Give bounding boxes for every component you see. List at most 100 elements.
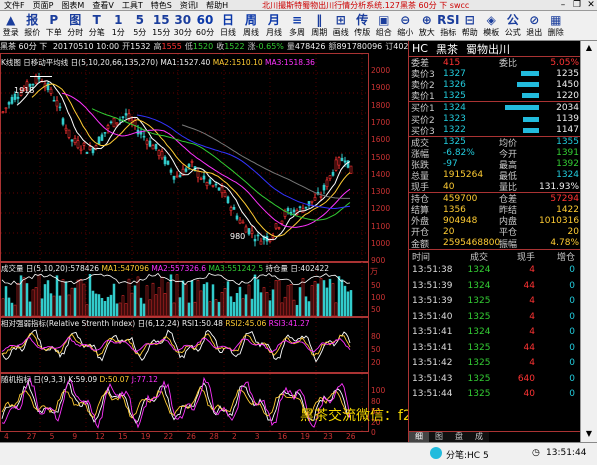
- tick-row[interactable]: 13:51:42 1325 4 0: [409, 356, 580, 372]
- toolbar-button-17[interactable]: ▣ 组合: [373, 11, 395, 41]
- minimize-icon[interactable]: –: [556, 0, 570, 11]
- toolbar-button-11[interactable]: 周周线: [240, 11, 263, 41]
- volume-bar: [190, 280, 194, 317]
- menu-file[interactable]: 文件F: [0, 0, 29, 11]
- restore-icon[interactable]: ❐: [570, 0, 584, 11]
- toolbar-button-24[interactable]: ⊘ 退出: [524, 11, 546, 41]
- toolbar-button-15[interactable]: ⊞ 画线: [330, 11, 352, 41]
- toolbar-label: 帮助: [461, 28, 478, 37]
- info-high: 1555: [161, 42, 182, 51]
- candle-body: [91, 147, 95, 154]
- toolbar-button-9[interactable]: 60 60分: [194, 11, 217, 41]
- toolbar-label: 30分: [173, 28, 192, 37]
- candle-body: [292, 209, 296, 213]
- menu-tools[interactable]: 工具T: [118, 0, 147, 11]
- kline-ma2: MA2:1510.10: [212, 58, 263, 67]
- toolbar-button-18[interactable]: ⊖ 缩小: [395, 11, 417, 41]
- toolbar-button-19[interactable]: ⊕ 放大: [416, 11, 438, 41]
- toolbar-button-8[interactable]: 30 30分: [172, 11, 194, 41]
- candle-body: [10, 96, 14, 104]
- tick-row[interactable]: 13:51:41 1324 4 0: [409, 325, 580, 341]
- toolbar-button-12[interactable]: 月月线: [263, 11, 286, 41]
- toolbar-icon: RSI: [437, 13, 460, 27]
- vol-title: 成交量 日(5,10,20): [1, 264, 68, 273]
- candle-body: [343, 160, 347, 163]
- kdj-j-line: [1, 376, 351, 429]
- toolbar-label: 模板: [483, 28, 500, 37]
- toolbar-label: 传版: [354, 28, 371, 37]
- volume-bar: [112, 283, 116, 317]
- toolbar-button-0[interactable]: ▲ 登录: [0, 11, 22, 41]
- tick-price: 1324: [467, 280, 491, 291]
- tick-row[interactable]: 13:51:44 1325 40 0: [409, 387, 580, 403]
- menu-view[interactable]: 查看V: [88, 0, 117, 11]
- toolbar-button-2[interactable]: P 下单: [43, 11, 65, 41]
- bid-value2: 1147: [556, 125, 579, 136]
- volume-bar: [211, 284, 215, 317]
- tick-row[interactable]: 13:51:40 1325 4 0: [409, 309, 580, 325]
- status-item[interactable]: 分笔:HC 5: [446, 448, 489, 461]
- volume-bar: [283, 296, 287, 317]
- ask-value: 1327: [443, 68, 466, 79]
- volume-bar: [142, 303, 146, 317]
- toolbar-button-3[interactable]: 图分时: [65, 11, 87, 41]
- toolbar-button-21[interactable]: ⊟ 帮助: [459, 11, 481, 41]
- kdj-title-row: 随机指标 日(9,3,3) K:59.09 D:50.07 J:77.12: [1, 374, 158, 385]
- menu-chart[interactable]: 图表M: [57, 0, 88, 11]
- vertical-scrollbar[interactable]: ▲ ▼: [580, 41, 597, 442]
- y-tick-label: 1800: [371, 100, 391, 110]
- quote-panel-header: HC 黑茶 蜀物出川: [409, 41, 580, 57]
- trading-app: 文件F 页面P 图表M 查看V 工具T 特色S 资讯I 帮助H 北川撮斯特蜀物出…: [0, 0, 597, 465]
- toolbar-button-25[interactable]: ▦ 删除: [545, 11, 567, 41]
- toolbar-icon: 周: [244, 13, 257, 27]
- menu-info[interactable]: 资讯I: [176, 0, 202, 11]
- candle-body: [121, 116, 125, 119]
- order-bar-track: [499, 90, 539, 101]
- volume-bar: [13, 304, 17, 317]
- info-open-label: 开: [122, 42, 131, 51]
- tick-row[interactable]: 13:51:41 1325 44 0: [409, 340, 580, 356]
- toolbar-button-22[interactable]: ◈ 模板: [481, 11, 503, 41]
- toolbar-button-5[interactable]: 1 1分: [108, 11, 130, 41]
- tick-row[interactable]: 13:51:38 1324 4 0: [409, 263, 580, 279]
- toolbar-button-14[interactable]: ‖ 周期: [309, 11, 331, 41]
- volume-bar: [94, 293, 98, 317]
- info-symbol: 黑茶 60分 下: [0, 42, 48, 51]
- toolbar-button-7[interactable]: 15 15分: [151, 11, 173, 41]
- menu-page[interactable]: 页面P: [29, 0, 58, 11]
- toolbar-button-1[interactable]: 报报价: [22, 11, 44, 41]
- stat-value: 1325: [443, 137, 466, 148]
- panel-tab-2[interactable]: 盘: [449, 432, 469, 442]
- candle-body: [208, 179, 212, 184]
- candle-body: [160, 151, 164, 159]
- panel-tab-0[interactable]: 细: [409, 432, 429, 442]
- order-volume-bar: [521, 71, 539, 77]
- volume-bar: [67, 294, 71, 317]
- toolbar-button-4[interactable]: T 分笔: [86, 11, 108, 41]
- toolbar-button-13[interactable]: ≡ 多周: [286, 11, 309, 41]
- toolbar-button-16[interactable]: 传传版: [352, 11, 374, 41]
- toolbar-button-23[interactable]: 公公式: [502, 11, 524, 41]
- candle-body: [238, 219, 242, 224]
- menu-help[interactable]: 帮助H: [202, 0, 232, 11]
- volume-bar: [220, 291, 224, 317]
- tick-row[interactable]: 13:51:43 1325 640 0: [409, 371, 580, 387]
- y-tick-label: 1500: [371, 152, 391, 162]
- panel-tab-3[interactable]: 成: [469, 432, 489, 442]
- tick-list[interactable]: 13:51:38 1324 4 0 13:51:39 1324 44 0 13:51:39 132…: [409, 263, 580, 403]
- scroll-down-icon[interactable]: ▼: [581, 427, 597, 441]
- close-icon[interactable]: ✕: [584, 0, 597, 11]
- tick-row[interactable]: 13:51:39 1324 44 0: [409, 278, 580, 294]
- candle-body: [100, 134, 104, 141]
- candle-body: [145, 140, 149, 145]
- toolbar-button-10[interactable]: 日日线: [217, 11, 240, 41]
- toolbar-button-20[interactable]: RSI 指标: [437, 11, 460, 41]
- volume-bar: [313, 281, 317, 317]
- volume-bar: [181, 280, 185, 317]
- toolbar-button-6[interactable]: 5 5分: [129, 11, 151, 41]
- tick-row[interactable]: 13:51:39 1325 4 0: [409, 294, 580, 310]
- stat-label2: 量比: [499, 183, 518, 194]
- scroll-up-icon[interactable]: ▲: [581, 41, 597, 55]
- panel-tab-1[interactable]: 图: [429, 432, 449, 442]
- menu-special[interactable]: 特色S: [147, 0, 176, 11]
